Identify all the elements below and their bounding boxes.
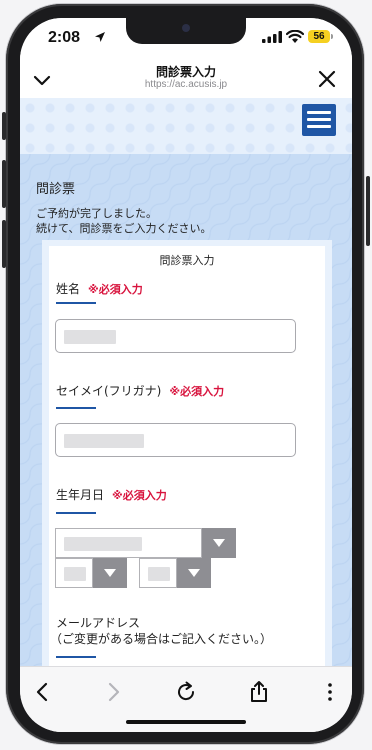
reload-icon[interactable] xyxy=(173,679,199,705)
chevron-down-icon[interactable] xyxy=(30,68,54,92)
name-label-row: 姓名 ※必須入力 xyxy=(56,280,143,297)
forward-icon[interactable] xyxy=(100,679,126,705)
share-icon[interactable] xyxy=(246,679,272,705)
intro-text-line2: 続けて、問診票をご入力ください。 xyxy=(36,222,212,235)
back-icon[interactable] xyxy=(30,679,56,705)
name-label-underline xyxy=(56,302,96,304)
kana-input[interactable] xyxy=(55,423,296,457)
name-input-placeholder xyxy=(64,330,116,344)
browser-url[interactable]: https://ac.acusis.jp xyxy=(80,79,292,90)
section-title: 問診票 xyxy=(36,182,76,197)
browser-page-title: 問診票入力 xyxy=(155,65,216,79)
kana-required-mark: ※必須入力 xyxy=(169,385,225,398)
birth-year-dropdown-button[interactable] xyxy=(202,528,236,558)
form-title: 問診票入力 xyxy=(159,254,215,267)
home-indicator xyxy=(126,720,246,724)
status-bar: 2:08 56 xyxy=(20,18,352,60)
email-label-note: （ご変更がある場合はご記入ください。） xyxy=(50,632,273,646)
form-card xyxy=(49,246,325,676)
power-button xyxy=(366,176,370,246)
volume-down-button xyxy=(2,220,6,268)
birth-month-value xyxy=(64,567,86,581)
name-input[interactable] xyxy=(55,319,296,353)
birth-month-select[interactable] xyxy=(55,558,93,588)
birth-label: 生年月日 xyxy=(56,488,105,502)
birth-day-value xyxy=(148,567,170,581)
birth-year-select[interactable] xyxy=(55,528,202,558)
status-time: 2:08 xyxy=(48,29,81,46)
birth-day-select[interactable] xyxy=(139,558,177,588)
intro-text-line1: ご予約が完了しました。 xyxy=(36,207,157,220)
birth-label-row: 生年月日 ※必須入力 xyxy=(56,486,167,503)
more-icon[interactable] xyxy=(317,679,343,705)
location-arrow-icon xyxy=(95,32,105,42)
birth-required-mark: ※必須入力 xyxy=(112,489,167,502)
birth-label-underline xyxy=(56,512,96,514)
camera-notch xyxy=(126,18,246,44)
kana-label-row: セイメイ(フリガナ) ※必須入力 xyxy=(56,382,224,399)
kana-label: セイメイ(フリガナ) xyxy=(56,384,162,398)
close-icon[interactable] xyxy=(316,68,338,90)
chevron-down-icon xyxy=(104,569,116,577)
browser-header: 問診票入力 https://ac.acusis.jp xyxy=(20,60,352,98)
birth-month-dropdown-button[interactable] xyxy=(93,558,127,588)
chevron-down-icon xyxy=(213,539,225,547)
birth-year-value xyxy=(64,537,142,551)
birth-day-dropdown-button[interactable] xyxy=(177,558,211,588)
volume-up-button xyxy=(2,160,6,208)
kana-label-underline xyxy=(56,407,96,409)
front-camera xyxy=(182,24,190,32)
name-required-mark: ※必須入力 xyxy=(88,283,143,296)
battery-icon: 56 xyxy=(308,30,330,43)
wifi-icon xyxy=(286,30,304,43)
screen: 2:08 56 問診票入力 https://ac.acusis.jp 問診票 ご… xyxy=(20,18,352,732)
kana-input-placeholder xyxy=(64,434,144,448)
battery-tip xyxy=(331,34,333,39)
signal-bars-icon xyxy=(262,31,282,43)
chevron-down-icon xyxy=(188,569,200,577)
email-label: メールアドレス xyxy=(56,616,141,630)
name-label: 姓名 xyxy=(56,282,81,296)
email-label-underline xyxy=(56,656,96,658)
silent-switch xyxy=(2,112,6,140)
hamburger-menu-icon[interactable] xyxy=(302,104,336,136)
